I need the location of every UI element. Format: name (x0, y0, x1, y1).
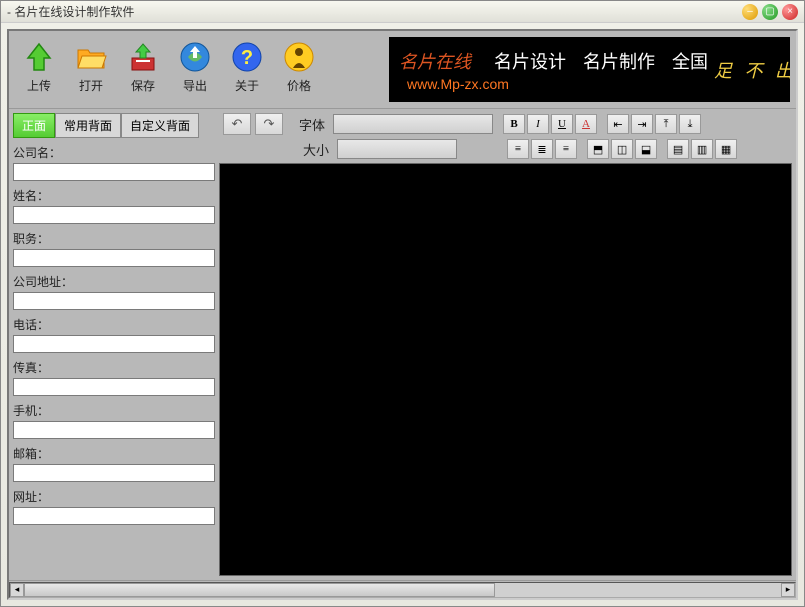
about-label: 关于 (235, 77, 259, 94)
size-label: 大小 (303, 140, 329, 159)
about-icon: ? (229, 39, 265, 75)
italic-button[interactable]: I (527, 114, 549, 134)
horizontal-scrollbar[interactable]: ◂ ▸ (9, 582, 796, 598)
open-label: 打开 (79, 77, 103, 94)
banner-item-3: 全国 (672, 52, 708, 72)
save-icon (125, 39, 161, 75)
bold-button[interactable]: B (503, 114, 525, 134)
align-center-button[interactable]: ≣ (531, 139, 553, 159)
format-bar-1: ↶ ↷ 字体 B I U A ⇤ ⇥ ⤒ ⤓ (219, 109, 796, 139)
window-title: - 名片在线设计制作软件 (7, 3, 742, 20)
client-area: 上传 打开 保存 导出 (7, 29, 798, 600)
spacing-up-button[interactable]: ⤒ (655, 114, 677, 134)
label-title: 职务： (13, 230, 215, 247)
label-fax: 传真： (13, 359, 215, 376)
open-icon (73, 39, 109, 75)
valign-middle-button[interactable]: ◫ (611, 139, 633, 159)
input-address[interactable] (13, 292, 215, 310)
price-button[interactable]: 价格 (277, 37, 321, 102)
scroll-left-arrow[interactable]: ◂ (10, 583, 24, 597)
design-canvas[interactable] (219, 163, 792, 576)
font-select[interactable] (333, 114, 493, 134)
main-toolbar: 上传 打开 保存 导出 (9, 31, 329, 108)
banner: 名片在线 名片设计 名片制作 全国 www.Mp-zx.com 足 不 出 户 (389, 37, 790, 102)
window-controls: – ▢ × (742, 4, 798, 20)
banner-url: www.Mp-zx.com (407, 76, 714, 92)
save-button[interactable]: 保存 (121, 37, 165, 102)
statusbar: ◂ ▸ (9, 580, 796, 598)
upload-icon (21, 39, 57, 75)
align-left-button[interactable]: ≡ (507, 139, 529, 159)
input-website[interactable] (13, 507, 215, 525)
main-area: 正面 常用背面 自定义背面 公司名： 姓名： 职务： 公司地址： 电话： 传真：… (9, 109, 796, 580)
redo-button[interactable]: ↷ (255, 113, 283, 135)
font-color-button[interactable]: A (575, 114, 597, 134)
bring-front-button[interactable]: ▤ (667, 139, 689, 159)
content-area: ↶ ↷ 字体 B I U A ⇤ ⇥ ⤒ ⤓ (219, 109, 796, 580)
group-button[interactable]: ▦ (715, 139, 737, 159)
input-phone[interactable] (13, 335, 215, 353)
sidebar: 正面 常用背面 自定义背面 公司名： 姓名： 职务： 公司地址： 电话： 传真：… (9, 109, 219, 580)
spacing-tight-button[interactable]: ⇤ (607, 114, 629, 134)
input-title[interactable] (13, 249, 215, 267)
align-right-button[interactable]: ≡ (555, 139, 577, 159)
send-back-button[interactable]: ▥ (691, 139, 713, 159)
label-address: 公司地址： (13, 273, 215, 290)
upload-button[interactable]: 上传 (17, 37, 61, 102)
input-fax[interactable] (13, 378, 215, 396)
scroll-right-arrow[interactable]: ▸ (781, 583, 795, 597)
input-name[interactable] (13, 206, 215, 224)
export-label: 导出 (183, 77, 207, 94)
banner-slogan: 足 不 出 户 (714, 57, 790, 83)
open-button[interactable]: 打开 (69, 37, 113, 102)
about-button[interactable]: ? 关于 (225, 37, 269, 102)
price-icon (281, 39, 317, 75)
tab-front[interactable]: 正面 (13, 113, 55, 138)
minimize-button[interactable]: – (742, 4, 758, 20)
input-mobile[interactable] (13, 421, 215, 439)
format-bar-2: 大小 ≡ ≣ ≡ ⬒ ◫ ⬓ ▤ ▥ ▦ (219, 139, 796, 163)
font-label: 字体 (299, 115, 325, 134)
scroll-thumb[interactable] (24, 583, 495, 597)
close-button[interactable]: × (782, 4, 798, 20)
svg-text:?: ? (241, 47, 253, 69)
field-list: 公司名： 姓名： 职务： 公司地址： 电话： 传真： 手机： 邮箱： 网址： (13, 144, 215, 576)
upload-label: 上传 (27, 77, 51, 94)
banner-item-2: 名片制作 (583, 52, 655, 72)
valign-bottom-button[interactable]: ⬓ (635, 139, 657, 159)
app-window: - 名片在线设计制作软件 – ▢ × 上传 打开 (0, 0, 805, 607)
label-mobile: 手机： (13, 402, 215, 419)
export-icon (177, 39, 213, 75)
sidebar-tabs: 正面 常用背面 自定义背面 (13, 113, 215, 138)
save-label: 保存 (131, 77, 155, 94)
maximize-button[interactable]: ▢ (762, 4, 778, 20)
titlebar: - 名片在线设计制作软件 – ▢ × (1, 1, 804, 23)
tab-back-common[interactable]: 常用背面 (55, 113, 121, 138)
underline-button[interactable]: U (551, 114, 573, 134)
label-website: 网址： (13, 488, 215, 505)
valign-top-button[interactable]: ⬒ (587, 139, 609, 159)
spacing-wide-button[interactable]: ⇥ (631, 114, 653, 134)
label-email: 邮箱： (13, 445, 215, 462)
label-company: 公司名： (13, 144, 215, 161)
banner-item-1: 名片设计 (494, 52, 566, 72)
price-label: 价格 (287, 77, 311, 94)
size-select[interactable] (337, 139, 457, 159)
input-company[interactable] (13, 163, 215, 181)
export-button[interactable]: 导出 (173, 37, 217, 102)
spacing-down-button[interactable]: ⤓ (679, 114, 701, 134)
input-email[interactable] (13, 464, 215, 482)
undo-button[interactable]: ↶ (223, 113, 251, 135)
tab-back-custom[interactable]: 自定义背面 (121, 113, 199, 138)
banner-brand: 名片在线 (399, 52, 471, 72)
toolbar-row: 上传 打开 保存 导出 (9, 31, 796, 109)
label-phone: 电话： (13, 316, 215, 333)
label-name: 姓名： (13, 187, 215, 204)
